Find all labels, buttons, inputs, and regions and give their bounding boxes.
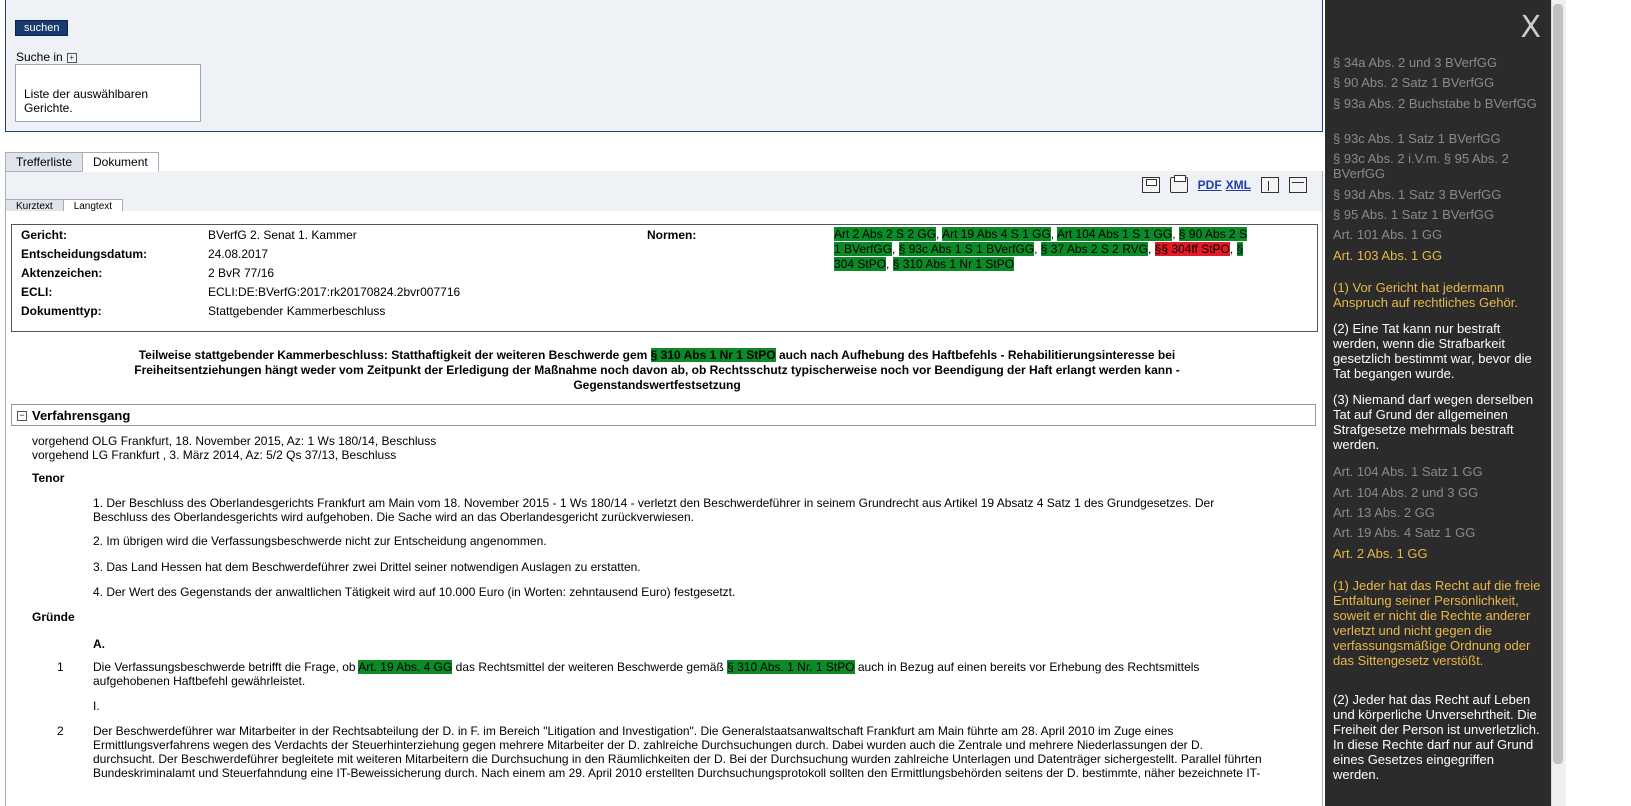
title-text-1: Teilweise stattgebender Kammerbeschluss:… — [138, 348, 648, 362]
sidebar-norm-item[interactable]: (1) Jeder hat das Recht auf die freie En… — [1333, 578, 1543, 668]
norm-link[interactable]: Art 2 Abs 2 S 2 GG — [834, 227, 937, 241]
sidebar-norm-item[interactable]: Art. 13 Abs. 2 GG — [1333, 505, 1543, 520]
norms-list: Art 2 Abs 2 S 2 GG, Art 19 Abs 4 S 1 GG,… — [834, 227, 1254, 272]
norm-separator: , — [1034, 242, 1041, 256]
main-area: suchen Suche in + Liste der auswählbaren … — [0, 0, 1325, 806]
norm-link[interactable]: § 37 Abs 2 S 2 RVG — [1040, 242, 1148, 256]
collapse-minus-icon[interactable]: − — [17, 411, 27, 421]
sidebar-norm-item[interactable]: § 93c Abs. 1 Satz 1 BVerfGG — [1333, 131, 1543, 146]
tenor-paragraph-4: 4. Der Wert des Gegenstands der anwaltli… — [93, 585, 736, 599]
court-list-box[interactable]: Liste der auswählbaren Gerichte. — [15, 64, 201, 122]
print-icon[interactable] — [1169, 175, 1188, 193]
file-number-value: 2 BvR 77/16 — [208, 266, 275, 280]
procedure-line-1: vorgehend OLG Frankfurt, 18. November 20… — [32, 434, 437, 448]
split-view-icon[interactable] — [1261, 177, 1279, 193]
procedure-line-2: vorgehend LG Frankfurt , 3. März 2014, A… — [32, 448, 397, 462]
sidebar-norm-item: (2) Jeder hat das Recht auf Leben und kö… — [1333, 692, 1540, 782]
paragraph-number-2: 2 — [57, 724, 64, 738]
court-value: BVerfG 2. Senat 1. Kammer — [208, 228, 357, 242]
reasons-text: das Rechtsmittel der weiteren Beschwerde… — [455, 660, 724, 674]
court-label: Gericht: — [21, 228, 68, 242]
sidebar-norm-item[interactable]: § 34a Abs. 2 und 3 BVerfGG — [1333, 55, 1543, 70]
metadata-box: Gericht: BVerfG 2. Senat 1. Kammer Entsc… — [11, 224, 1318, 332]
gruende-heading: Gründe — [32, 610, 75, 624]
norm-separator: , — [892, 242, 899, 256]
tenor-paragraph-3: 3. Das Land Hessen hat dem Beschwerdefüh… — [93, 560, 641, 574]
sidebar-norm-item[interactable]: § 93c Abs. 2 i.V.m. § 95 Abs. 2 BVerfGG — [1333, 151, 1543, 181]
document-toolbar — [5, 171, 1323, 211]
norm-link[interactable]: Art. 19 Abs. 4 GG — [358, 660, 453, 674]
sidebar-norm-item[interactable]: Art. 104 Abs. 2 und 3 GG — [1333, 485, 1543, 500]
doctype-label: Dokumenttyp: — [21, 304, 102, 318]
tab-dokument[interactable]: Dokument — [82, 152, 159, 172]
norm-link[interactable]: § 310 Abs 1 Nr 1 StPO — [892, 257, 1015, 271]
sidebar-norm-item[interactable]: (1) Vor Gericht hat jedermann Anspruch a… — [1333, 280, 1543, 310]
norm-separator: , — [886, 257, 893, 271]
title-norm-link[interactable]: § 310 Abs 1 Nr 1 StPO — [650, 348, 776, 362]
sidebar-norm-item[interactable]: § 90 Abs. 2 Satz 1 BVerfGG — [1333, 75, 1543, 90]
expand-plus-icon[interactable]: + — [66, 53, 77, 63]
norm-link[interactable]: Art 19 Abs 4 S 1 GG — [942, 227, 1051, 241]
reasons-paragraph-1: Die Verfassungsbeschwerde betrifft die F… — [93, 660, 1263, 688]
sidebar-norm-item[interactable]: Art. 104 Abs. 1 Satz 1 GG — [1333, 464, 1543, 479]
sidebar-norm-item: (3) Niemand darf wegen derselben Tat auf… — [1333, 392, 1534, 452]
tenor-paragraph-1: 1. Der Beschluss des Oberlandesgerichts … — [93, 496, 1215, 524]
sidebar-norm-item[interactable]: Art. 103 Abs. 1 GG — [1333, 248, 1543, 263]
norms-label: Normen: — [647, 228, 697, 242]
search-in-toggle[interactable]: Suche in + — [16, 50, 77, 64]
sidebar-norm-item[interactable]: § 95 Abs. 1 Satz 1 BVerfGG — [1333, 207, 1543, 222]
subsection-i: I. — [93, 699, 100, 713]
norms-sidebar: X § 34a Abs. 2 und 3 BVerfGG § 90 Abs. 2 … — [1325, 0, 1551, 806]
save-icon[interactable] — [1141, 177, 1160, 193]
sidebar-norm-item[interactable]: Art. 101 Abs. 1 GG — [1333, 227, 1543, 242]
norm-separator: , — [1172, 227, 1179, 241]
sidebar-norm-item[interactable]: Art. 19 Abs. 4 Satz 1 GG — [1333, 525, 1543, 540]
tenor-heading: Tenor — [32, 471, 65, 485]
norm-separator: , — [1229, 242, 1237, 256]
main-tabs: Trefferliste Dokument — [5, 152, 159, 172]
section-verfahrensgang[interactable]: − Verfahrensgang — [11, 404, 1316, 426]
document-title: Teilweise stattgebender Kammerbeschluss:… — [112, 348, 1202, 393]
norm-link[interactable]: § 93c Abs 1 S 1 BVerfGG — [898, 242, 1035, 256]
sidebar-norm-item[interactable]: § 93d Abs. 1 Satz 3 BVerfGG — [1333, 187, 1543, 202]
search-in-label: Suche in — [16, 50, 63, 64]
paragraph-number-1: 1 — [57, 660, 64, 674]
close-icon[interactable]: X — [1520, 10, 1541, 45]
date-value: 24.08.2017 — [208, 247, 269, 261]
reasons-paragraph-2: Der Beschwerdeführer war Mitarbeiter in … — [93, 724, 1262, 780]
sidebar-norm-item: (2) Eine Tat kann nur bestraft werden, w… — [1333, 321, 1532, 381]
reasons-text: Die Verfassungsbeschwerde betrifft die F… — [93, 660, 356, 674]
ecli-label: ECLI: — [21, 285, 53, 299]
doctype-value: Stattgebender Kammerbeschluss — [208, 304, 386, 318]
norm-separator: , — [1050, 227, 1057, 241]
norm-link[interactable]: § 310 Abs. 1 Nr. 1 StPO — [727, 660, 855, 674]
norm-link[interactable]: §§ 304ff StPO — [1154, 242, 1230, 256]
search-button[interactable]: suchen — [15, 20, 69, 36]
tool-icons: PDF XML — [1141, 175, 1307, 193]
ecli-value: ECLI:DE:BVerfG:2017:rk20170824.2bvr00771… — [208, 285, 461, 299]
norm-separator: , — [1147, 242, 1155, 256]
sidebar-norm-item[interactable]: Art. 2 Abs. 1 GG — [1333, 546, 1543, 561]
subsection-a: A. — [93, 637, 105, 651]
fullscreen-icon[interactable] — [1289, 177, 1307, 193]
file-number-label: Aktenzeichen: — [21, 266, 103, 280]
pdf-link[interactable]: PDF — [1198, 178, 1222, 192]
sidebar-norm-item[interactable]: § 93a Abs. 2 Buchstabe b BVerfGG — [1333, 96, 1543, 111]
scrollbar-thumb[interactable] — [1553, 4, 1563, 764]
date-label: Entscheidungsdatum: — [21, 247, 148, 261]
tenor-paragraph-2: 2. Im übrigen wird die Verfassungsbeschw… — [93, 534, 547, 548]
section-title: Verfahrensgang — [32, 408, 131, 423]
norm-link[interactable]: Art 104 Abs 1 S 1 GG — [1056, 227, 1173, 241]
xml-link[interactable]: XML — [1226, 178, 1251, 192]
tab-trefferliste[interactable]: Trefferliste — [5, 152, 84, 172]
search-panel: suchen Suche in + Liste der auswählbaren … — [5, 0, 1323, 132]
